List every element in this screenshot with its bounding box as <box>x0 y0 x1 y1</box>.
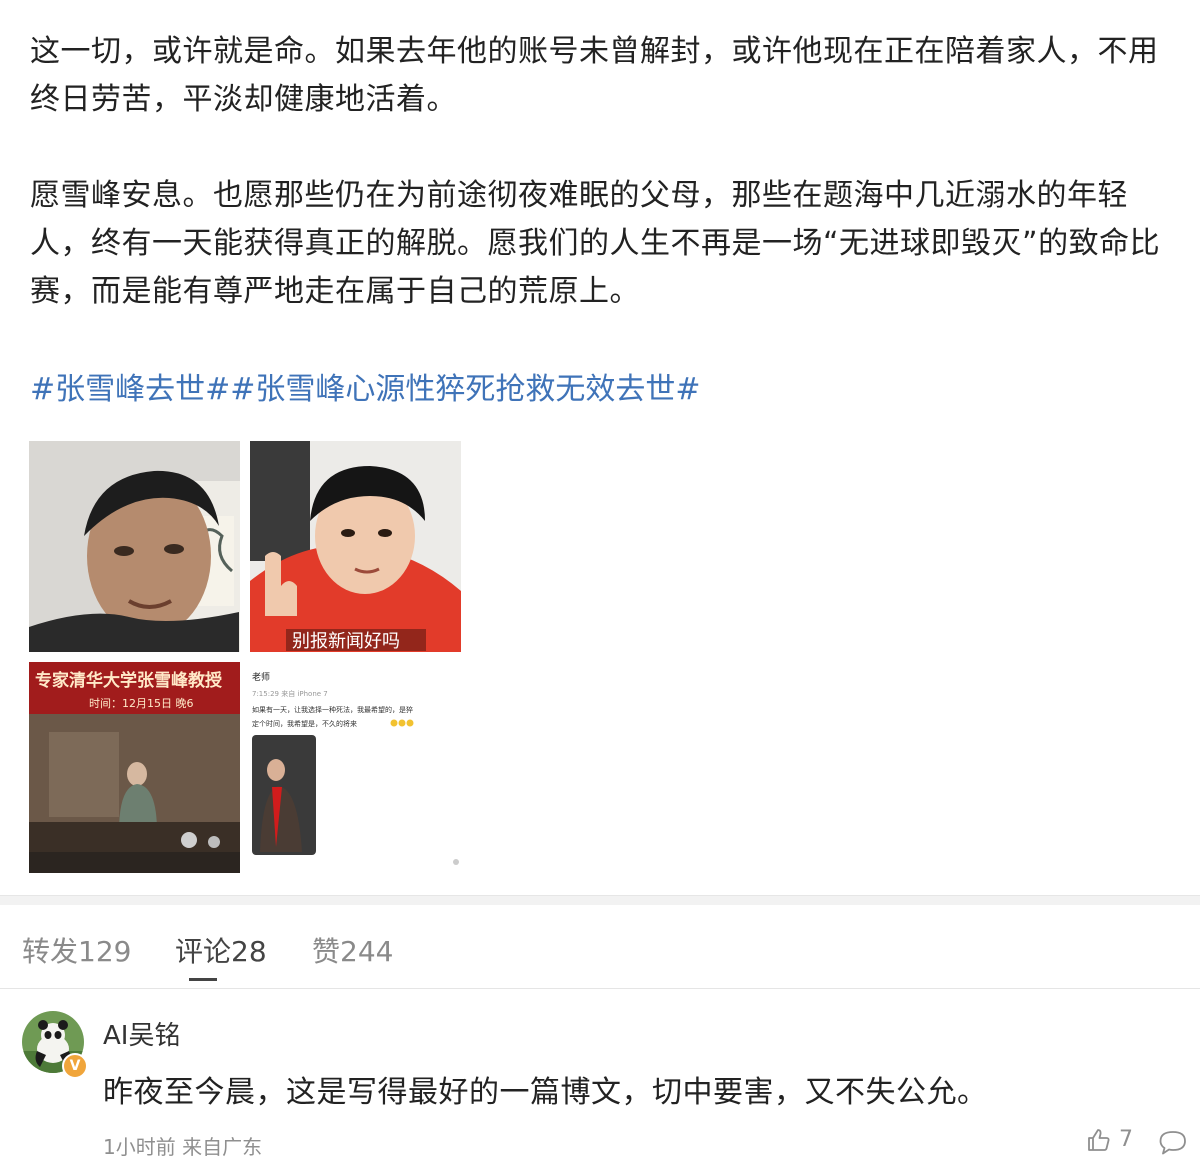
tab-comment[interactable]: 评论28 <box>175 930 267 970</box>
comment-text: 昨夜至今晨，这是写得最好的一篇博文，切中要害，又不失公允。 <box>103 1075 988 1110</box>
image-4-text-1: 如果有一天，让我选择一种死法，我最希望的，是猝 <box>252 705 413 714</box>
action-tabs: 转发129 评论28 赞244 <box>0 904 1200 989</box>
comment-like-button[interactable]: 7 <box>1086 1127 1133 1153</box>
hashtag-link-2[interactable]: #张雪峰心源性猝死抢救无效去世# <box>230 372 700 407</box>
image-3-banner: 专家清华大学张雪峰教授 <box>35 670 223 691</box>
comment-meta: 1小时前 来自广东 <box>103 1135 263 1159</box>
hashtag-link-1[interactable]: #张雪峰去世# <box>30 372 230 407</box>
reply-button[interactable] <box>1158 1129 1188 1161</box>
image-4-name: 老师 <box>252 671 270 683</box>
hashtag-row: #张雪峰去世##张雪峰心源性猝死抢救无效去世# <box>30 366 1180 414</box>
tab-like[interactable]: 赞244 <box>312 930 393 970</box>
comment-like-count: 7 <box>1119 1127 1133 1152</box>
verified-badge: V <box>62 1053 88 1079</box>
post-paragraph-2: 愿雪峰安息。也愿那些仍在为前途彻夜难眠的父母，那些在题海中几近溺水的年轻人，终有… <box>30 178 1161 309</box>
post-image-2[interactable]: 别报新闻好吗 <box>250 441 461 652</box>
comment-username[interactable]: AI吴铭 <box>103 1015 180 1052</box>
post-image-4[interactable]: 老师 7:15:29 来自 iPhone 7 如果有一天，让我选择一种死法，我最… <box>250 662 461 873</box>
image-4-meta: 7:15:29 来自 iPhone 7 <box>252 689 328 698</box>
tab-repost[interactable]: 转发129 <box>22 930 131 970</box>
image-grid: 别报新闻好吗 专家清华大学张雪峰教授 时间：12月15日 晚6 老师 7:15:… <box>29 441 463 873</box>
chat-bubble-icon <box>1158 1131 1188 1161</box>
thumbs-up-icon <box>1086 1127 1119 1152</box>
image-4-text-2: 定个时间，我希望是，不久的将来 <box>252 719 357 728</box>
image-2-caption: 别报新闻好吗 <box>292 631 400 652</box>
image-3-subbanner: 时间：12月15日 晚6 <box>89 697 194 710</box>
post-body: 这一切，或许就是命。如果去年他的账号未曾解封，或许他现在正在陪着家人，不用终日劳… <box>30 28 1180 414</box>
comment-item: V AI吴铭 昨夜至今晨，这是写得最好的一篇博文，切中要害，又不失公允。 1小时… <box>0 989 1200 1169</box>
post-image-1[interactable] <box>29 441 240 652</box>
active-tab-indicator <box>189 978 217 981</box>
post-image-3[interactable]: 专家清华大学张雪峰教授 时间：12月15日 晚6 <box>29 662 240 873</box>
post-paragraph-1: 这一切，或许就是命。如果去年他的账号未曾解封，或许他现在正在陪着家人，不用终日劳… <box>30 34 1159 117</box>
